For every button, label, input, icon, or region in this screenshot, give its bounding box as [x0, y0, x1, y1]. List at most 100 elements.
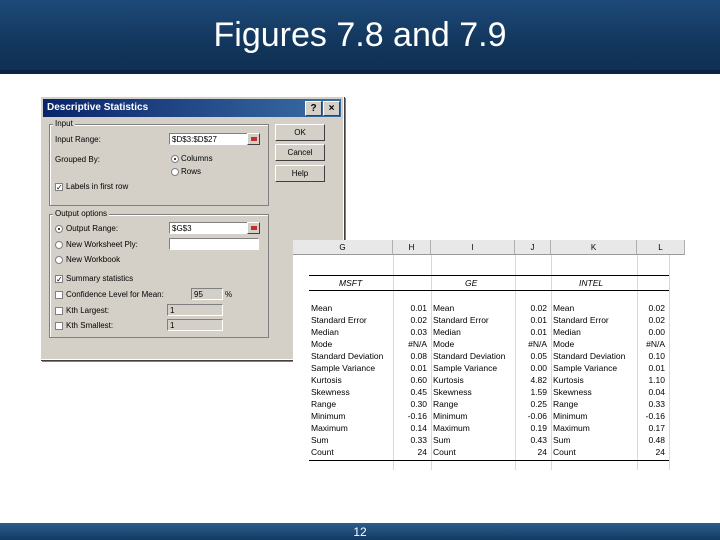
intel-stat-label[interactable]: Range: [553, 399, 633, 410]
ge-value[interactable]: 1.59: [515, 387, 547, 398]
intel-value[interactable]: 0.00: [637, 327, 665, 338]
stat-label[interactable]: Skewness: [311, 387, 391, 398]
ge-stat-label[interactable]: Maximum: [433, 423, 513, 434]
ge-value[interactable]: 0.01: [515, 327, 547, 338]
msft-value[interactable]: 0.60: [393, 375, 427, 386]
ge-stat-label[interactable]: Standard Error: [433, 315, 513, 326]
new-workbook-radio[interactable]: [55, 256, 63, 264]
ge-stat-label[interactable]: Range: [433, 399, 513, 410]
output-range-field[interactable]: $G$3: [169, 222, 253, 234]
cancel-button[interactable]: Cancel: [275, 144, 325, 161]
output-range-collapse-icon[interactable]: [247, 222, 260, 234]
column-header-g[interactable]: G: [293, 240, 393, 255]
stat-label[interactable]: Sum: [311, 435, 391, 446]
stat-label[interactable]: Sample Variance: [311, 363, 391, 374]
intel-stat-label[interactable]: Kurtosis: [553, 375, 633, 386]
kth-largest-checkbox[interactable]: [55, 307, 63, 315]
ge-stat-label[interactable]: Sample Variance: [433, 363, 513, 374]
msft-value[interactable]: 0.02: [393, 315, 427, 326]
labels-first-row-checkbox[interactable]: ✓: [55, 183, 63, 192]
intel-stat-label[interactable]: Standard Error: [553, 315, 633, 326]
kth-largest-field[interactable]: 1: [167, 304, 223, 316]
stat-label[interactable]: Median: [311, 327, 391, 338]
input-range-collapse-icon[interactable]: [247, 133, 260, 145]
intel-stat-label[interactable]: Sample Variance: [553, 363, 633, 374]
intel-value[interactable]: 0.02: [637, 303, 665, 314]
ge-stat-label[interactable]: Median: [433, 327, 513, 338]
new-worksheet-field[interactable]: [169, 238, 259, 250]
ge-value[interactable]: 0.02: [515, 303, 547, 314]
msft-value[interactable]: 0.33: [393, 435, 427, 446]
intel-stat-label[interactable]: Mode: [553, 339, 633, 350]
ge-value[interactable]: -0.06: [515, 411, 547, 422]
intel-value[interactable]: 0.17: [637, 423, 665, 434]
ge-stat-label[interactable]: Count: [433, 447, 513, 458]
dialog-title-bar[interactable]: Descriptive Statistics ? ×: [43, 99, 341, 117]
intel-stat-label[interactable]: Mean: [553, 303, 633, 314]
ge-value[interactable]: 0.25: [515, 399, 547, 410]
stat-label[interactable]: Count: [311, 447, 391, 458]
intel-value[interactable]: #N/A: [637, 339, 665, 350]
ge-value[interactable]: 0.05: [515, 351, 547, 362]
summary-statistics-checkbox[interactable]: ✓: [55, 275, 63, 284]
new-worksheet-radio[interactable]: [55, 241, 63, 249]
kth-smallest-checkbox[interactable]: [55, 322, 63, 330]
help-title-button[interactable]: ?: [305, 101, 322, 116]
msft-value[interactable]: 24: [393, 447, 427, 458]
ge-stat-label[interactable]: Mode: [433, 339, 513, 350]
intel-value[interactable]: 1.10: [637, 375, 665, 386]
ge-stat-label[interactable]: Minimum: [433, 411, 513, 422]
column-header-i[interactable]: I: [431, 240, 515, 255]
intel-value[interactable]: 0.04: [637, 387, 665, 398]
msft-value[interactable]: 0.01: [393, 363, 427, 374]
intel-value[interactable]: 0.01: [637, 363, 665, 374]
intel-value[interactable]: 0.10: [637, 351, 665, 362]
stat-label[interactable]: Standard Error: [311, 315, 391, 326]
column-header-l[interactable]: L: [637, 240, 685, 255]
column-header-j[interactable]: J: [515, 240, 551, 255]
ge-value[interactable]: 4.82: [515, 375, 547, 386]
msft-value[interactable]: #N/A: [393, 339, 427, 350]
output-range-radio[interactable]: [55, 225, 63, 233]
intel-stat-label[interactable]: Sum: [553, 435, 633, 446]
rows-radio[interactable]: [171, 168, 179, 176]
intel-value[interactable]: 0.33: [637, 399, 665, 410]
stat-label[interactable]: Mean: [311, 303, 391, 314]
column-header-h[interactable]: H: [393, 240, 431, 255]
ge-value[interactable]: 24: [515, 447, 547, 458]
ge-value[interactable]: #N/A: [515, 339, 547, 350]
ge-stat-label[interactable]: Standard Deviation: [433, 351, 513, 362]
stat-label[interactable]: Mode: [311, 339, 391, 350]
ge-stat-label[interactable]: Sum: [433, 435, 513, 446]
column-header-k[interactable]: K: [551, 240, 637, 255]
ge-stat-label[interactable]: Kurtosis: [433, 375, 513, 386]
intel-value[interactable]: 0.02: [637, 315, 665, 326]
ge-value[interactable]: 0.01: [515, 315, 547, 326]
ge-value[interactable]: 0.19: [515, 423, 547, 434]
stat-label[interactable]: Maximum: [311, 423, 391, 434]
intel-stat-label[interactable]: Count: [553, 447, 633, 458]
msft-value[interactable]: 0.03: [393, 327, 427, 338]
input-range-field[interactable]: $D$3:$D$27: [169, 133, 253, 145]
msft-value[interactable]: 0.08: [393, 351, 427, 362]
help-button[interactable]: Help: [275, 165, 325, 182]
close-icon[interactable]: ×: [323, 101, 340, 116]
intel-stat-label[interactable]: Minimum: [553, 411, 633, 422]
ge-stat-label[interactable]: Skewness: [433, 387, 513, 398]
kth-smallest-field[interactable]: 1: [167, 319, 223, 331]
msft-value[interactable]: -0.16: [393, 411, 427, 422]
intel-value[interactable]: 24: [637, 447, 665, 458]
ge-value[interactable]: 0.00: [515, 363, 547, 374]
stat-label[interactable]: Standard Deviation: [311, 351, 391, 362]
intel-stat-label[interactable]: Skewness: [553, 387, 633, 398]
stat-label[interactable]: Kurtosis: [311, 375, 391, 386]
intel-value[interactable]: 0.48: [637, 435, 665, 446]
intel-value[interactable]: -0.16: [637, 411, 665, 422]
msft-value[interactable]: 0.45: [393, 387, 427, 398]
intel-stat-label[interactable]: Standard Deviation: [553, 351, 633, 362]
intel-stat-label[interactable]: Maximum: [553, 423, 633, 434]
intel-stat-label[interactable]: Median: [553, 327, 633, 338]
msft-value[interactable]: 0.14: [393, 423, 427, 434]
confidence-level-field[interactable]: 95: [191, 288, 223, 300]
stat-label[interactable]: Range: [311, 399, 391, 410]
